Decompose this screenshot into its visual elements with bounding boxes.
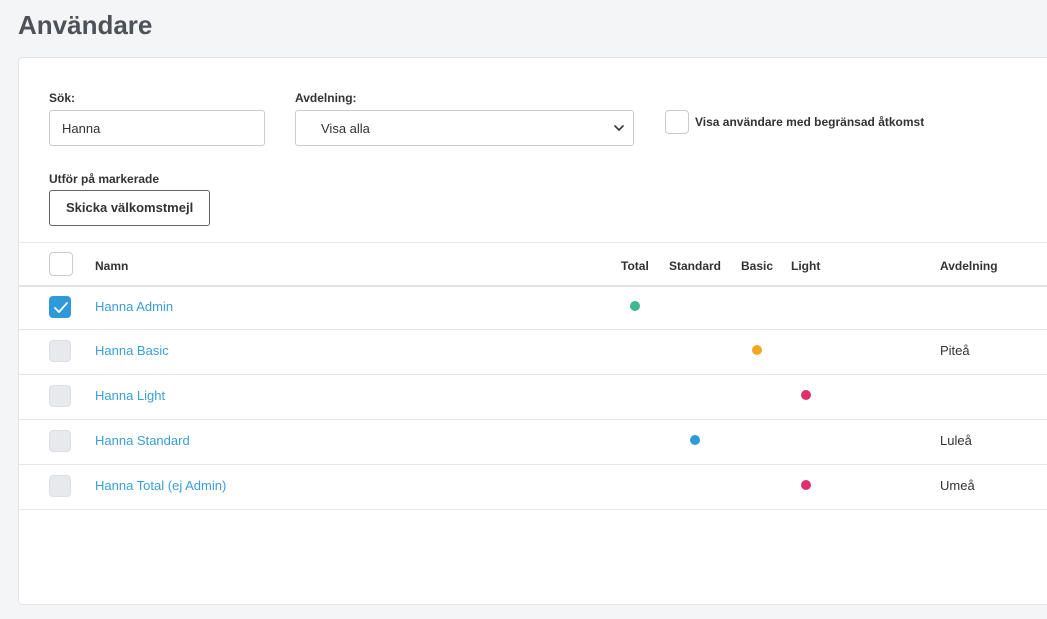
user-name-link[interactable]: Hanna Basic [95, 343, 169, 358]
column-header-total[interactable]: Total [621, 259, 649, 273]
column-header-name[interactable]: Namn [95, 259, 128, 273]
row-checkbox[interactable] [49, 475, 71, 497]
search-input[interactable] [49, 110, 265, 146]
table-header-divider [19, 285, 1047, 287]
user-department: Umeå [940, 478, 975, 493]
column-header-light[interactable]: Light [791, 259, 820, 273]
license-light-indicator [801, 480, 811, 490]
department-select[interactable]: Visa alla [295, 110, 634, 146]
chevron-down-icon [614, 125, 624, 131]
license-basic-indicator [752, 345, 762, 355]
row-checkbox[interactable] [49, 430, 71, 452]
row-divider [19, 464, 1047, 465]
user-name-link[interactable]: Hanna Total (ej Admin) [95, 478, 226, 493]
license-light-indicator [801, 390, 811, 400]
column-header-basic[interactable]: Basic [741, 259, 773, 273]
row-divider [19, 419, 1047, 420]
restricted-access-checkbox[interactable] [665, 110, 689, 134]
users-card: Sök: Avdelning: Visa alla Visa användare… [18, 57, 1047, 605]
user-name-link[interactable]: Hanna Standard [95, 433, 190, 448]
user-department: Piteå [940, 343, 970, 358]
check-icon [54, 302, 68, 313]
department-label: Avdelning: [295, 91, 357, 105]
user-name-link[interactable]: Hanna Light [95, 388, 165, 403]
row-divider [19, 509, 1047, 510]
restricted-access-label: Visa användare med begränsad åtkomst [695, 115, 925, 129]
page-title: Användare [18, 10, 153, 40]
license-total-indicator [630, 301, 640, 311]
department-select-value: Visa alla [321, 121, 370, 136]
select-all-checkbox[interactable] [49, 252, 73, 276]
column-header-standard[interactable]: Standard [669, 259, 721, 273]
search-label: Sök: [49, 91, 76, 105]
send-welcome-email-button[interactable]: Skicka välkomstmejl [49, 190, 211, 226]
row-checkbox[interactable] [49, 340, 71, 362]
column-header-department[interactable]: Avdelning [940, 259, 998, 273]
user-department: Luleå [940, 433, 972, 448]
user-name-link[interactable]: Hanna Admin [95, 299, 173, 314]
row-checkbox[interactable] [49, 385, 71, 407]
row-divider [19, 329, 1047, 330]
divider [19, 242, 1047, 243]
bulk-action-label: Utför på markerade [49, 172, 160, 186]
row-checkbox[interactable] [49, 296, 71, 318]
license-standard-indicator [690, 435, 700, 445]
row-divider [19, 374, 1047, 375]
